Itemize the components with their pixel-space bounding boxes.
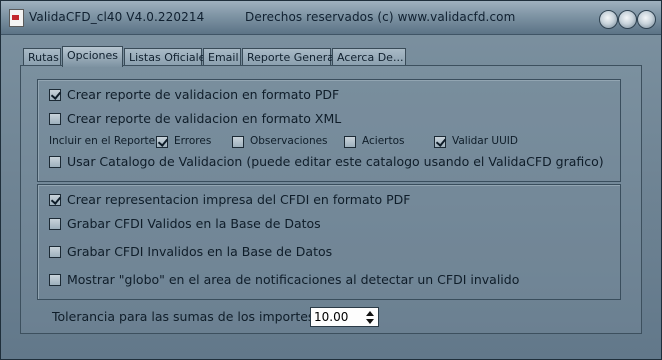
save-valid-option[interactable]: Grabar CFDI Validos en la Base de Datos [49,216,449,234]
save-invalid-option[interactable]: Grabar CFDI Invalidos en la Base de Dato… [49,244,449,262]
catalog-option[interactable]: Usar Catalogo de Validacion (puede edita… [49,154,609,172]
tab-rutas[interactable]: Rutas [23,48,61,65]
app-window: ValidaCFD_cl40 V4.0.220214 Derechos rese… [0,0,662,360]
aciertos-checkbox[interactable] [344,136,356,148]
tolerance-spinner[interactable]: 10.00 [310,307,379,327]
notification-checkbox[interactable] [49,274,61,286]
save-valid-label: Grabar CFDI Validos en la Base de Datos [67,216,321,231]
pdf-print-label: Crear representacion impresa del CFDI en… [67,192,411,207]
pdf-report-label: Crear reporte de validacion en formato P… [67,87,340,102]
copyright-text: Derechos reservados (c) www.validacfd.co… [245,10,516,24]
include-in-report-row: Incluir en el Reporte Errores Observacio… [49,135,609,153]
save-invalid-checkbox[interactable] [49,246,61,258]
arrow-down-icon[interactable] [366,319,374,324]
maximize-button[interactable] [618,10,637,29]
tab-opciones[interactable]: Opciones [62,46,123,67]
save-valid-checkbox[interactable] [49,218,61,230]
tolerance-value: 10.00 [314,310,349,324]
tab-listas-oficiales[interactable]: Listas Oficiales [124,48,211,65]
pdf-report-checkbox[interactable] [49,89,61,101]
pdf-print-option[interactable]: Crear representacion impresa del CFDI en… [49,192,449,210]
save-invalid-label: Grabar CFDI Invalidos en la Base de Dato… [67,244,333,259]
minimize-button[interactable] [599,10,618,29]
close-button[interactable] [637,10,656,29]
title-bar[interactable]: ValidaCFD_cl40 V4.0.220214 Derechos rese… [1,1,661,35]
xml-report-checkbox[interactable] [49,113,61,125]
errores-label: Errores [174,135,212,147]
spinner-arrows[interactable] [365,309,375,325]
aciertos-label: Aciertos [362,135,405,147]
notification-option[interactable]: Mostrar "globo" en el area de notificaci… [49,272,609,290]
xml-report-option[interactable]: Crear reporte de validacion en formato X… [49,111,379,129]
app-icon [9,9,24,27]
validar-uuid-label: Validar UUID [452,135,518,147]
xml-report-label: Crear reporte de validacion en formato X… [67,111,342,126]
tab-email[interactable]: Email [203,48,241,65]
catalog-label: Usar Catalogo de Validacion (puede edita… [67,154,604,169]
pdf-print-checkbox[interactable] [49,194,61,206]
observaciones-checkbox[interactable] [232,136,244,148]
pdf-report-option[interactable]: Crear reporte de validacion en formato P… [49,87,379,105]
validar-uuid-checkbox[interactable] [434,136,446,148]
arrow-up-icon[interactable] [366,311,374,316]
tab-acerca-de[interactable]: Acerca De... [332,48,406,65]
notification-label: Mostrar "globo" en el area de notificaci… [67,272,520,287]
tab-reporte-general[interactable]: Reporte General [242,48,337,65]
window-title: ValidaCFD_cl40 V4.0.220214 [29,10,205,24]
include-in-report-label: Incluir en el Reporte [49,135,156,147]
observaciones-label: Observaciones [250,135,328,147]
catalog-checkbox[interactable] [49,156,61,168]
errores-checkbox[interactable] [156,136,168,148]
tolerance-label: Tolerancia para las sumas de los importe… [52,309,315,324]
